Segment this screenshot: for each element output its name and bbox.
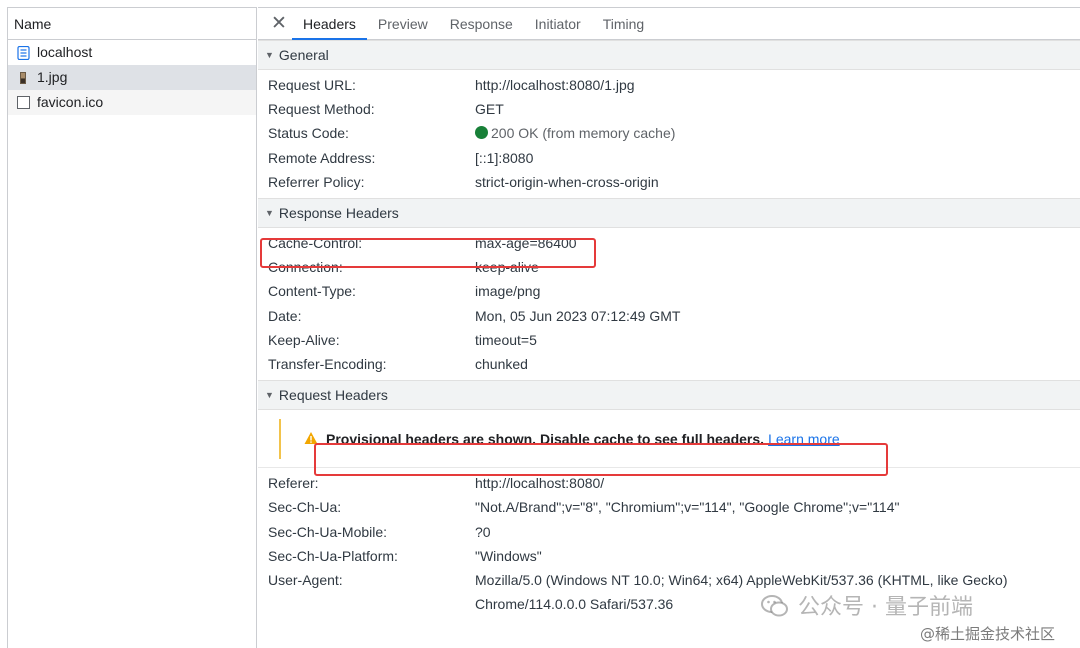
header-key: Sec-Ch-Ua-Mobile:: [268, 523, 388, 540]
header-key: Referrer Policy:: [268, 173, 365, 190]
status-ok-icon: [475, 126, 488, 140]
status-value: 200 OK (from memory cache): [475, 125, 675, 141]
triangle-down-icon: ▼: [265, 390, 274, 401]
header-value: http://localhost:8080/1.jpg: [475, 77, 635, 94]
header-row: Date: Mon, 05 Jun 2023 07:12:49 GMT: [258, 304, 1080, 328]
header-row: Content-Type: image/png: [258, 279, 1080, 303]
tab-timing[interactable]: Timing: [592, 8, 656, 39]
header-row: Keep-Alive: timeout=5: [258, 328, 1080, 352]
image-icon: [16, 71, 30, 85]
tab-headers[interactable]: Headers: [292, 8, 367, 40]
header-key: Transfer-Encoding:: [268, 355, 387, 372]
cache-control-highlight: [260, 238, 596, 268]
triangle-down-icon: ▼: [265, 50, 274, 60]
header-value: chunked: [475, 355, 528, 372]
section-response-headers-toggle[interactable]: ▼ Response Headers: [258, 197, 1080, 228]
name-column-header[interactable]: Name: [8, 7, 256, 40]
request-item-localhost[interactable]: localhost: [8, 40, 256, 65]
header-value: ?0: [475, 523, 491, 540]
section-title: Request Headers: [278, 387, 388, 404]
header-value: GET: [475, 101, 504, 118]
headers-detail-panel: ✕ Headers Preview Response Initiator Tim…: [258, 7, 1080, 648]
header-row: Status Code: 200 OK (from memory cache): [258, 121, 1080, 145]
header-key: Content-Type:: [268, 283, 356, 300]
detail-tabbar: ✕ Headers Preview Response Initiator Tim…: [258, 7, 1080, 40]
tab-preview[interactable]: Preview: [367, 8, 439, 39]
section-request-headers-toggle[interactable]: ▼ Request Headers: [258, 380, 1080, 411]
watermark-juejin: @稀土掘金技术社区: [920, 625, 1056, 643]
header-key: Keep-Alive:: [268, 331, 340, 348]
header-row: Transfer-Encoding: chunked: [258, 352, 1080, 376]
header-value: timeout=5: [475, 331, 537, 348]
header-value: strict-origin-when-cross-origin: [475, 173, 659, 190]
tab-initiator[interactable]: Initiator: [524, 8, 592, 39]
warning-highlight: [314, 443, 888, 476]
section-title: General: [278, 47, 329, 63]
header-key: Remote Address:: [268, 149, 376, 166]
request-item-1jpg[interactable]: 1.jpg: [8, 65, 256, 90]
header-key: Request URL:: [268, 77, 356, 94]
request-item-label: favicon.ico: [37, 94, 104, 110]
header-key: User-Agent:: [268, 571, 343, 588]
section-general-toggle[interactable]: ▼ General: [258, 40, 1080, 70]
request-list-panel: Name localhost 1.jpg favicon.ico: [7, 7, 257, 648]
header-value: [::1]:8080: [475, 149, 534, 166]
close-icon[interactable]: ✕: [266, 8, 292, 39]
header-row: Request Method: GET: [258, 97, 1080, 121]
header-value: Chrome/114.0.0.0 Safari/537.36: [475, 596, 674, 613]
header-value: "Windows": [475, 547, 542, 564]
request-item-label: localhost: [37, 44, 93, 60]
tab-response[interactable]: Response: [439, 8, 524, 39]
status-text: 200 OK (from memory cache): [491, 125, 676, 142]
header-row: Referrer Policy: strict-origin-when-cros…: [258, 170, 1080, 194]
header-value: image/png: [475, 283, 541, 300]
watermark-wechat: 公众号 · 量子前端: [760, 589, 973, 621]
header-key: Sec-Ch-Ua:: [268, 499, 342, 516]
header-row: Sec-Ch-Ua: "Not.A/Brand";v="8", "Chromiu…: [258, 495, 1080, 519]
header-key: Referer:: [268, 475, 319, 492]
header-key: Date:: [268, 307, 302, 324]
header-value: http://localhost:8080/: [475, 475, 605, 492]
header-row: Sec-Ch-Ua-Mobile: ?0: [258, 519, 1080, 543]
header-value: Mon, 05 Jun 2023 07:12:49 GMT: [475, 307, 681, 324]
triangle-down-icon: ▼: [265, 207, 274, 218]
wechat-logo-icon: [761, 595, 788, 617]
header-key: Request Method:: [268, 101, 375, 118]
request-item-label: 1.jpg: [37, 69, 68, 85]
request-item-favicon[interactable]: favicon.ico: [8, 90, 256, 115]
blank-file-icon: [16, 96, 30, 110]
header-value: Mozilla/5.0 (Windows NT 10.0; Win64; x64…: [475, 571, 1008, 588]
header-row: Request URL: http://localhost:8080/1.jpg: [258, 73, 1080, 97]
header-key: Status Code:: [268, 125, 349, 142]
header-key: Sec-Ch-Ua-Platform:: [268, 547, 398, 564]
header-value: "Not.A/Brand";v="8", "Chromium";v="114",…: [475, 499, 900, 516]
watermark-text: 公众号 · 量子前端: [798, 595, 973, 620]
section-title: Response Headers: [278, 204, 399, 221]
general-rows: Request URL: http://localhost:8080/1.jpg…: [258, 70, 1080, 198]
warning-bar: [279, 419, 281, 460]
document-icon: [16, 45, 30, 60]
header-row: Remote Address: [::1]:8080: [258, 146, 1080, 170]
header-row: Sec-Ch-Ua-Platform: "Windows": [258, 544, 1080, 568]
